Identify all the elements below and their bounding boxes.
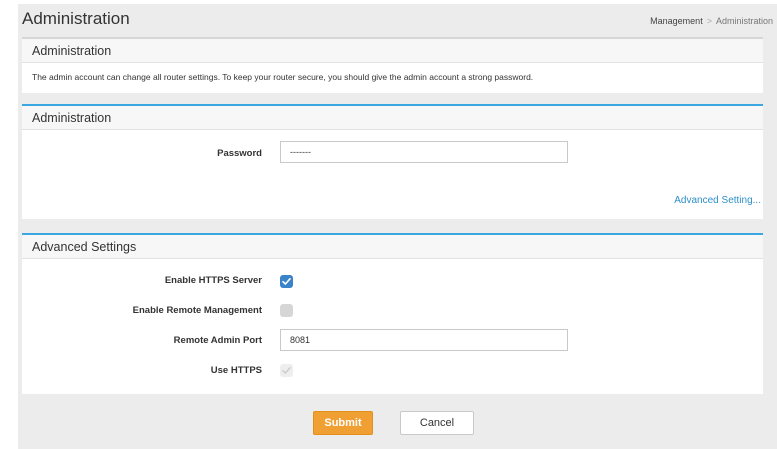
use-https-label: Use HTTPS: [210, 365, 262, 376]
https-server-checkbox[interactable]: [280, 275, 293, 288]
advanced-panel-title: Advanced Settings: [22, 235, 763, 259]
advanced-settings-panel: Advanced Settings Enable HTTPS Server En…: [22, 233, 763, 394]
page-container: Administration Management > Administration…: [18, 4, 777, 449]
advanced-setting-link[interactable]: Advanced Setting...: [674, 195, 761, 206]
checkmark-icon: [282, 367, 291, 374]
remote-admin-port-field[interactable]: 8081: [280, 329, 568, 351]
https-server-label: Enable HTTPS Server: [164, 275, 262, 286]
remote-admin-port-label: Remote Admin Port: [173, 335, 262, 346]
info-panel-title: Administration: [22, 39, 763, 63]
submit-button[interactable]: Submit: [313, 411, 373, 435]
password-field[interactable]: -------: [280, 141, 568, 163]
password-label: Password: [217, 148, 262, 159]
admin-panel-title: Administration: [22, 106, 763, 130]
breadcrumb-parent[interactable]: Management: [650, 16, 703, 26]
cancel-button[interactable]: Cancel: [400, 411, 474, 435]
breadcrumb: Management > Administration: [650, 16, 773, 26]
page-header: Administration Management > Administration: [18, 4, 777, 36]
breadcrumb-current: Administration: [715, 16, 773, 26]
remote-management-label: Enable Remote Management: [132, 305, 262, 316]
page-title: Administration: [22, 9, 130, 28]
admin-panel: Administration Password ------- Advanced…: [22, 104, 763, 219]
use-https-checkbox[interactable]: [280, 364, 293, 377]
info-description: The admin account can change all router …: [32, 72, 534, 82]
checkmark-icon: [282, 278, 291, 285]
info-panel: Administration The admin account can cha…: [22, 37, 763, 93]
breadcrumb-separator: >: [706, 16, 712, 26]
remote-management-checkbox[interactable]: [280, 304, 293, 317]
